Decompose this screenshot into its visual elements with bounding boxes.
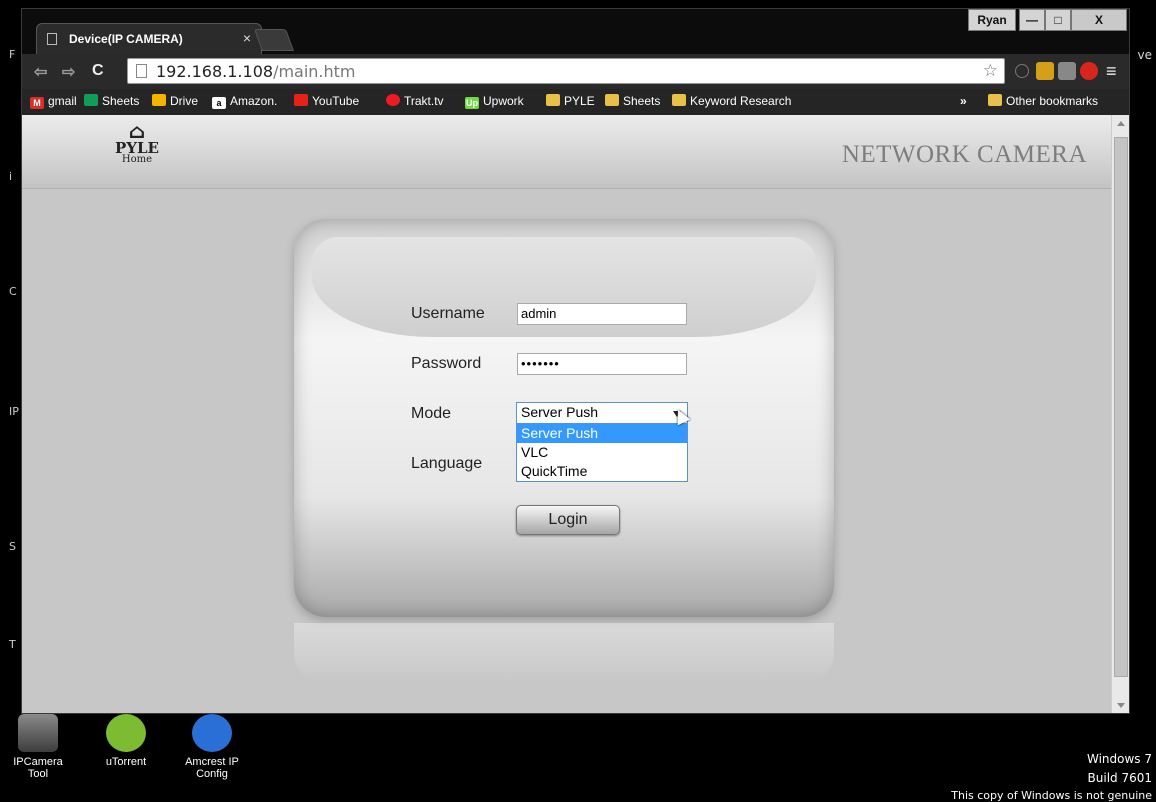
mode-option[interactable]: Server Push (517, 424, 687, 443)
bookmark-trakt[interactable]: Trakt.tv (386, 94, 444, 108)
bookmarks-overflow-button[interactable]: » (960, 94, 967, 108)
logo-brand: PYLE (115, 139, 159, 157)
tab-close-icon[interactable]: × (243, 30, 251, 46)
mode-option[interactable]: QuickTime (517, 462, 687, 481)
desktop-icon-amcrest-ip-config[interactable]: Amcrest IP Config (180, 714, 244, 780)
forward-arrow-icon[interactable]: ⇨ (62, 62, 75, 82)
bookmark-gmail[interactable]: Mgmail (30, 94, 77, 109)
bookmarks-bar: Mgmail Sheets Drive a Amazon. YouTube Tra… (22, 89, 1129, 115)
windows-build: Build 7601 (1087, 771, 1152, 785)
page-viewport: ⌂ PYLE Home NETWORK CAMERA Username admi… (22, 115, 1111, 713)
adblock-extension-icon[interactable] (1080, 62, 1098, 80)
dollar-extension-icon[interactable] (1036, 62, 1054, 80)
bookmark-folder-other[interactable]: Other bookmarks (988, 94, 1098, 108)
desktop: F i C IP S T ve Device(IP CAMERA) × Ryan… (0, 0, 1156, 802)
desktop-fragment: IP (9, 405, 19, 418)
scroll-down-icon[interactable] (1117, 703, 1125, 708)
bookmark-drive[interactable]: Drive (152, 94, 198, 108)
mode-dropdown-list: Server Push VLC QuickTime (516, 423, 688, 482)
pyle-logo: ⌂ PYLE Home (112, 121, 162, 181)
desktop-fragment: S (9, 540, 16, 553)
scrollbar[interactable] (1111, 115, 1129, 713)
login-button[interactable]: Login (516, 505, 620, 535)
mode-option[interactable]: VLC (517, 443, 687, 462)
browser-tab[interactable]: Device(IP CAMERA) × (36, 23, 262, 54)
address-bar[interactable]: 192.168.1.108/main.htm ☆ (127, 58, 1005, 84)
house-icon: ⌂ (128, 119, 146, 143)
minimize-button[interactable]: — (1019, 9, 1045, 31)
url-text: 192.168.1.108/main.htm (156, 62, 356, 81)
browser-toolbar: ⇦ ⇨ C 192.168.1.108/main.htm ☆ ≡ (22, 54, 1129, 89)
username-label: Username (411, 305, 485, 322)
bookmark-star-icon[interactable]: ☆ (983, 61, 998, 81)
desktop-fragment: i (9, 170, 13, 183)
camera-header: ⌂ PYLE Home NETWORK CAMERA (22, 115, 1111, 189)
desktop-icon-label: Amcrest IP Config (185, 756, 239, 780)
mode-label: Mode (411, 405, 452, 422)
windows-genuine-notice: This copy of Windows is not genuine (951, 789, 1152, 802)
bookmark-folder-sheets[interactable]: Sheets (605, 94, 660, 108)
bookmark-youtube[interactable]: YouTube (294, 94, 359, 108)
close-window-button[interactable]: X (1071, 9, 1127, 31)
title-bar: Device(IP CAMERA) × Ryan — □ X (22, 9, 1129, 54)
bookmark-amazon[interactable]: a Amazon. (212, 94, 277, 109)
back-arrow-icon[interactable]: ⇦ (34, 62, 47, 82)
reload-icon[interactable]: C (92, 62, 104, 80)
windows-version: Windows 7 (1086, 752, 1152, 766)
desktop-fragment: T (9, 638, 16, 651)
desktop-icon-label: IPCamera Tool (13, 756, 63, 780)
page-icon (47, 33, 57, 45)
desktop-icon-ipcamera-tool[interactable]: IPCamera Tool (6, 714, 70, 780)
page-title: NETWORK CAMERA (841, 141, 1087, 168)
amcrest-ip-icon (192, 714, 232, 752)
utorrent-icon (106, 714, 146, 752)
language-label: Language (411, 455, 483, 472)
scrollbar-thumb[interactable] (1114, 137, 1128, 677)
desktop-fragment: ve (1137, 48, 1152, 62)
tab-title: Device(IP CAMERA) (69, 32, 183, 46)
desktop-fragment: C (9, 285, 17, 298)
panel-reflection (294, 623, 834, 683)
bookmark-sheets[interactable]: Sheets (84, 94, 139, 108)
desktop-icon-utorrent[interactable]: uTorrent (94, 714, 158, 768)
desktop-icon-label: uTorrent (105, 756, 147, 768)
page-icon (136, 64, 147, 78)
camera-icon (18, 714, 58, 752)
mode-selected-value: Server Push (521, 404, 599, 420)
desktop-fragment: F (9, 48, 16, 61)
info-extension-icon[interactable] (1015, 64, 1029, 78)
password-label: Password (411, 355, 482, 372)
bookmark-upwork[interactable]: Up Upwork (465, 94, 524, 109)
bookmark-folder-pyle[interactable]: PYLE (546, 94, 595, 108)
menu-icon[interactable]: ≡ (1106, 61, 1117, 82)
mode-select[interactable]: Server Push (516, 402, 688, 424)
username-field[interactable]: admin (517, 303, 687, 325)
scroll-up-icon[interactable] (1117, 121, 1125, 126)
browser-window: Device(IP CAMERA) × Ryan — □ X ⇦ ⇨ C 192… (21, 8, 1130, 714)
password-field[interactable]: ••••••• (517, 353, 687, 375)
profile-button[interactable]: Ryan (968, 9, 1016, 31)
new-tab-button[interactable] (253, 29, 295, 51)
bookmark-folder-keyword-research[interactable]: Keyword Research (672, 94, 791, 108)
chart-extension-icon[interactable] (1058, 62, 1076, 80)
maximize-button[interactable]: □ (1045, 9, 1071, 31)
